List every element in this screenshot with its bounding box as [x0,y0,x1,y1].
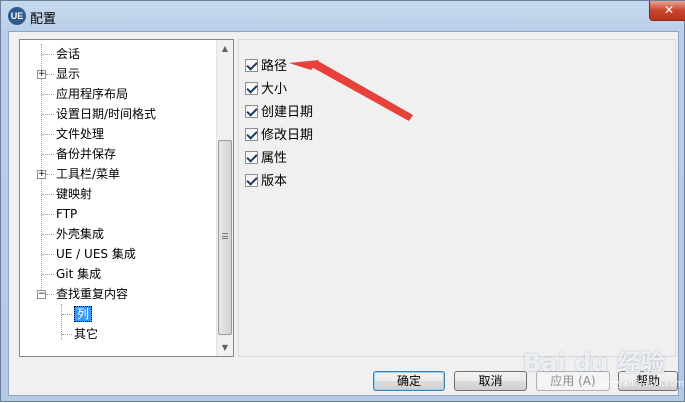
tree-item-label: UE / UES 集成 [56,247,136,261]
tree-item-display[interactable]: 显示 [56,64,80,84]
tree-connector-line [42,214,54,215]
checkbox-label: 创建日期 [261,105,314,120]
scroll-down-arrow-icon[interactable]: ▼ [217,339,233,356]
scrollbar-thumb[interactable] [218,140,232,335]
tree-scrollbar[interactable]: ▲ ▼ [216,40,233,356]
collapse-icon[interactable]: − [37,290,46,299]
columns-settings-panel: 路径 大小 创建日期 修改日期 属性 版本 [238,39,676,357]
tree-item-shell-integration[interactable]: 外壳集成 [56,224,104,244]
close-button[interactable]: ✕ [649,1,685,21]
tree-item-label: 备份并保存 [56,147,117,161]
tree-item-git-integration[interactable]: Git 集成 [56,264,101,284]
tree-item-label: 文件处理 [56,127,105,141]
checkbox-label: 版本 [261,174,288,189]
checkbox-attributes[interactable]: 属性 [245,149,287,167]
tree-item-toolbar-menu[interactable]: 工具栏/菜单 [56,164,120,184]
dialog-client-area: + + − 会话 显示 应用程序布局 设置日期/时间格式 文件处理 备份并保存 … [8,31,679,396]
baidu-watermark-url: jingyan.baidu.com [601,379,685,389]
tree-item-ue-ues-integration[interactable]: UE / UES 集成 [56,244,136,264]
app-icon: UE [8,7,26,25]
checkbox-label: 属性 [261,151,288,166]
tree-item-label: 设置日期/时间格式 [56,107,157,121]
checkbox-modified-date[interactable]: 修改日期 [245,126,313,144]
checkbox-checked-icon[interactable] [245,151,258,164]
checkbox-label: 路径 [261,59,288,74]
settings-tree[interactable]: + + − 会话 显示 应用程序布局 设置日期/时间格式 文件处理 备份并保存 … [19,39,234,357]
tree-item-other[interactable]: 其它 [74,324,98,344]
tree-item-datetime-format[interactable]: 设置日期/时间格式 [56,104,156,124]
tree-connector-line [42,54,54,55]
tree-item-label: 查找重复内容 [56,287,129,301]
tree-connector-line [42,254,54,255]
expand-icon[interactable]: + [37,170,46,179]
checkbox-checked-icon[interactable] [245,105,258,118]
tree-item-label: 其它 [74,327,99,341]
checkbox-path[interactable]: 路径 [245,57,287,75]
tree-item-label: FTP [56,207,78,221]
tree-item-label: 应用程序布局 [56,87,129,101]
checkbox-checked-icon[interactable] [245,128,258,141]
tree-connector-line [46,174,54,175]
checkbox-label: 修改日期 [261,128,314,143]
tree-item-app-layout[interactable]: 应用程序布局 [56,84,128,104]
tree-item-file-handling[interactable]: 文件处理 [56,124,104,144]
tree-connector-line [62,314,72,315]
checkbox-created-date[interactable]: 创建日期 [245,103,313,121]
baidu-watermark-logo: Bai du 经验 [523,349,665,377]
tree-connector-line [42,134,54,135]
tree-item-label: 显示 [56,67,81,81]
checkbox-checked-icon[interactable] [245,174,258,187]
tree-item-backup-save[interactable]: 备份并保存 [56,144,116,164]
tree-item-session[interactable]: 会话 [56,44,80,64]
tree-item-label: 会话 [56,47,81,61]
tree-item-label: Git 集成 [56,267,102,281]
grip-icon [222,233,228,239]
tree-connector-line [46,294,54,295]
cancel-button[interactable]: 取消 [454,371,527,391]
tree-connector-line [42,94,54,95]
tree-connector-line [42,114,54,115]
tree-item-key-mapping[interactable]: 键映射 [56,184,92,204]
title-bar[interactable]: UE 配置 ✕ [1,1,685,31]
checkbox-size[interactable]: 大小 [245,80,287,98]
tree-item-ftp[interactable]: FTP [56,204,77,224]
checkbox-label: 大小 [261,82,288,97]
window-title: 配置 [30,12,57,27]
tree-connector-line [42,274,54,275]
tree-item-label: 键映射 [56,187,93,201]
checkbox-checked-icon[interactable] [245,82,258,95]
tree-item-find-duplicates[interactable]: 查找重复内容 [56,284,128,304]
expand-icon[interactable]: + [37,70,46,79]
tree-connector-line [42,194,54,195]
scroll-up-arrow-icon[interactable]: ▲ [217,40,233,57]
checkbox-checked-icon[interactable] [245,59,258,72]
tree-connector-line [42,234,54,235]
tree-connector-line [42,154,54,155]
tree-connector-line [46,74,54,75]
checkbox-version[interactable]: 版本 [245,172,287,190]
ok-button[interactable]: 确定 [373,371,445,391]
config-dialog: UE 配置 ✕ + + − 会话 显示 应用程序布局 设置日期/时间格式 文件处… [0,0,685,402]
tree-item-columns[interactable]: 列 [74,304,93,324]
tree-connector-line [62,334,72,335]
tree-item-label: 工具栏/菜单 [56,167,121,181]
tree-item-label: 列 [74,306,93,322]
tree-item-label: 外壳集成 [56,227,105,241]
